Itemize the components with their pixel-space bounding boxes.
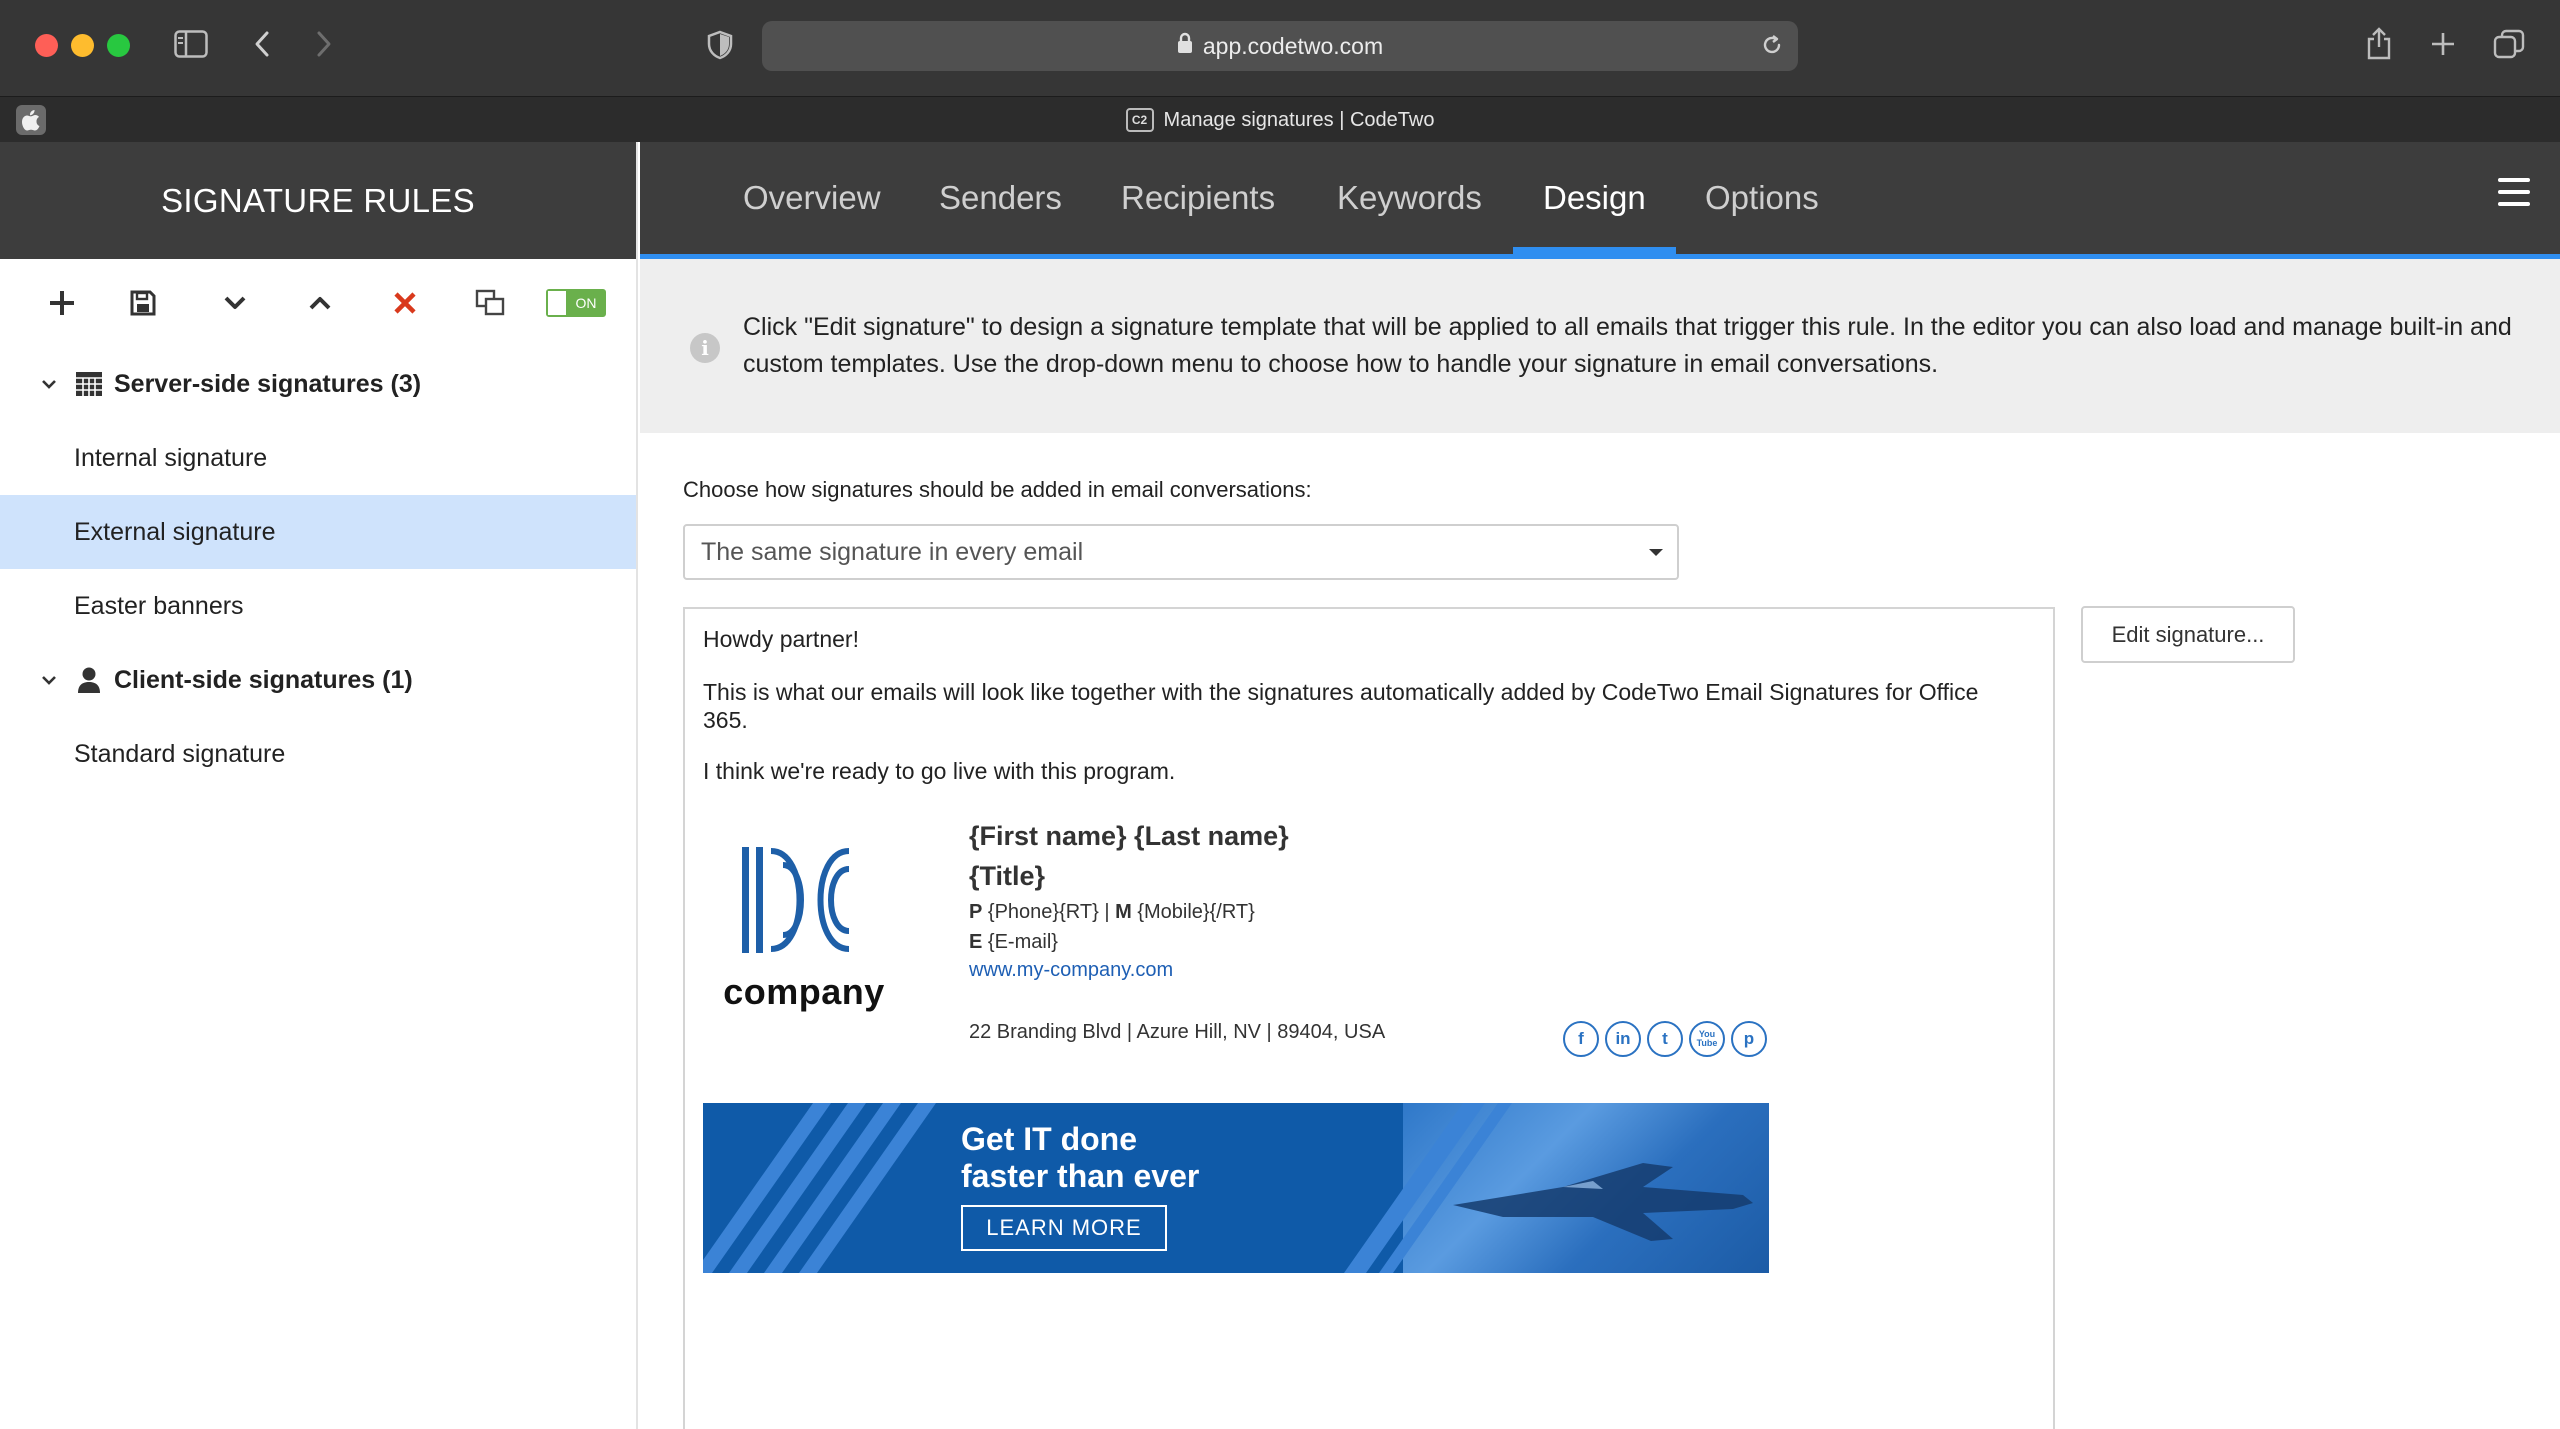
group-client-side-signatures[interactable]: Client-side signatures (1) bbox=[0, 643, 636, 717]
banner-line-2: faster than ever bbox=[961, 1158, 1200, 1194]
fighter-jet-icon bbox=[1453, 1163, 1753, 1241]
signature-address: 22 Branding Blvd | Azure Hill, NV | 8940… bbox=[969, 1021, 1386, 1043]
signature-preview: Howdy partner! This is what our emails w… bbox=[683, 607, 2055, 1429]
add-rule-button[interactable] bbox=[40, 281, 84, 325]
tab-title-text: Manage signatures | CodeTwo bbox=[1163, 108, 1435, 131]
youtube-icon[interactable]: You Tube bbox=[1689, 1021, 1725, 1057]
toggle-on-label: ON bbox=[568, 291, 604, 315]
share-icon[interactable] bbox=[2364, 26, 2394, 62]
codetwo-favicon-icon: C2 bbox=[1125, 108, 1154, 132]
move-down-button[interactable] bbox=[213, 281, 257, 325]
address-bar[interactable]: app.codetwo.com bbox=[762, 21, 1798, 71]
mobile-value: {Mobile}{/RT} bbox=[1137, 901, 1255, 923]
conversation-mode-select[interactable]: The same signature in every email bbox=[683, 524, 1679, 580]
company-logo-icon bbox=[742, 847, 850, 953]
new-tab-icon[interactable] bbox=[2428, 28, 2458, 60]
signature-email-line: E {E-mail} bbox=[969, 931, 1058, 954]
rule-label: Standard signature bbox=[74, 739, 286, 768]
group-server-side-signatures[interactable]: Server-side signatures (3) bbox=[0, 347, 636, 421]
duplicate-rule-button[interactable] bbox=[468, 281, 512, 325]
tab-strip: C2 Manage signatures | CodeTwo bbox=[0, 96, 2560, 142]
promo-banner[interactable]: Get IT done faster than ever LEARN MORE bbox=[703, 1103, 1769, 1273]
delete-rule-button[interactable] bbox=[383, 281, 427, 325]
info-panel: i Click "Edit signature" to design a sig… bbox=[640, 259, 2560, 433]
preview-body-1: This is what our emails will look like t… bbox=[703, 679, 1979, 733]
info-text: Click "Edit signature" to design a signa… bbox=[743, 313, 2512, 378]
info-icon: i bbox=[690, 333, 720, 363]
forward-icon[interactable] bbox=[312, 28, 336, 60]
rule-tabs: Overview Senders Recipients Keywords Des… bbox=[640, 142, 2560, 259]
group-label: Server-side signatures (3) bbox=[114, 369, 422, 398]
company-logo: company bbox=[699, 821, 909, 1021]
chevron-down-icon bbox=[38, 378, 60, 390]
rule-editor-panel: Overview Senders Recipients Keywords Des… bbox=[640, 142, 2560, 1429]
learn-more-button[interactable]: LEARN MORE bbox=[961, 1205, 1167, 1251]
logo-wordmark: company bbox=[723, 971, 885, 1012]
chevron-down-icon bbox=[38, 674, 60, 686]
active-browser-tab[interactable]: C2 Manage signatures | CodeTwo bbox=[0, 97, 2560, 143]
rule-label: External signature bbox=[74, 517, 276, 546]
mobile-label: M bbox=[1115, 901, 1132, 923]
codetwo-app: SIGNATURE RULES ON Server-side signature… bbox=[0, 142, 2560, 1429]
rule-internal-signature[interactable]: Internal signature bbox=[0, 421, 636, 495]
linkedin-icon[interactable]: in bbox=[1605, 1021, 1641, 1057]
edit-signature-button[interactable]: Edit signature... bbox=[2081, 606, 2295, 663]
signature-title: {Title} bbox=[969, 861, 1046, 891]
banner-headline: Get IT done faster than ever bbox=[961, 1121, 1199, 1195]
preview-greeting: Howdy partner! bbox=[703, 626, 859, 652]
url-text: app.codetwo.com bbox=[1202, 32, 1384, 59]
sidebar-toggle-icon[interactable] bbox=[172, 28, 210, 60]
social-icons: f in t You Tube p bbox=[1563, 1021, 1767, 1057]
tab-overview-icon[interactable] bbox=[2492, 28, 2526, 60]
twitter-icon[interactable]: t bbox=[1647, 1021, 1683, 1057]
person-icon bbox=[74, 666, 104, 694]
email-value: {E-mail} bbox=[987, 931, 1058, 953]
tab-design[interactable]: Design bbox=[1513, 142, 1676, 254]
server-grid-icon bbox=[74, 371, 104, 397]
tab-options[interactable]: Options bbox=[1705, 142, 1819, 254]
signature-website-link[interactable]: www.my-company.com bbox=[969, 959, 1173, 982]
tab-senders[interactable]: Senders bbox=[939, 142, 1062, 254]
rule-standard-signature[interactable]: Standard signature bbox=[0, 717, 636, 791]
tab-keywords[interactable]: Keywords bbox=[1337, 142, 1482, 254]
browser-chrome: app.codetwo.com C2 Manage signatures | C… bbox=[0, 0, 2560, 142]
tab-overview[interactable]: Overview bbox=[743, 142, 881, 254]
facebook-icon[interactable]: f bbox=[1563, 1021, 1599, 1057]
hamburger-menu-icon[interactable] bbox=[2498, 178, 2530, 206]
pinterest-icon[interactable]: p bbox=[1731, 1021, 1767, 1057]
preview-body-2: I think we're ready to go live with this… bbox=[703, 758, 1176, 784]
reload-icon[interactable] bbox=[1760, 33, 1784, 63]
group-label: Client-side signatures (1) bbox=[114, 665, 413, 694]
rule-easter-banners[interactable]: Easter banners bbox=[0, 569, 636, 643]
shield-icon[interactable] bbox=[704, 28, 736, 62]
email-label: E bbox=[969, 931, 983, 953]
rule-label: Easter banners bbox=[74, 591, 244, 620]
selected-option: The same signature in every email bbox=[701, 537, 1084, 566]
zoom-window-button[interactable] bbox=[107, 34, 130, 57]
phone-value: {Phone}{RT} bbox=[987, 901, 1099, 923]
rule-external-signature[interactable]: External signature bbox=[0, 495, 636, 569]
phone-label: P bbox=[969, 901, 983, 923]
move-up-button[interactable] bbox=[298, 281, 342, 325]
sidebar-title: SIGNATURE RULES bbox=[0, 142, 636, 259]
conversation-mode-label: Choose how signatures should be added in… bbox=[683, 477, 1312, 502]
save-rule-button[interactable] bbox=[121, 281, 165, 325]
signature-phone-line: P {Phone}{RT} | M {Mobile}{/RT} bbox=[969, 901, 1255, 924]
rules-toolbar: ON bbox=[0, 259, 636, 347]
minimize-window-button[interactable] bbox=[71, 34, 94, 57]
banner-line-1: Get IT done bbox=[961, 1121, 1137, 1157]
separator: | bbox=[1104, 901, 1110, 923]
rule-label: Internal signature bbox=[74, 443, 268, 472]
lock-icon bbox=[1177, 32, 1193, 60]
tab-recipients[interactable]: Recipients bbox=[1121, 142, 1275, 254]
close-window-button[interactable] bbox=[35, 34, 58, 57]
signature-rules-sidebar: SIGNATURE RULES ON Server-side signature… bbox=[0, 142, 638, 1429]
rule-enabled-toggle[interactable]: ON bbox=[546, 289, 606, 317]
caret-down-icon bbox=[1649, 549, 1663, 556]
signature-name: {First name} {Last name} bbox=[969, 821, 1289, 851]
back-icon[interactable] bbox=[250, 28, 274, 60]
